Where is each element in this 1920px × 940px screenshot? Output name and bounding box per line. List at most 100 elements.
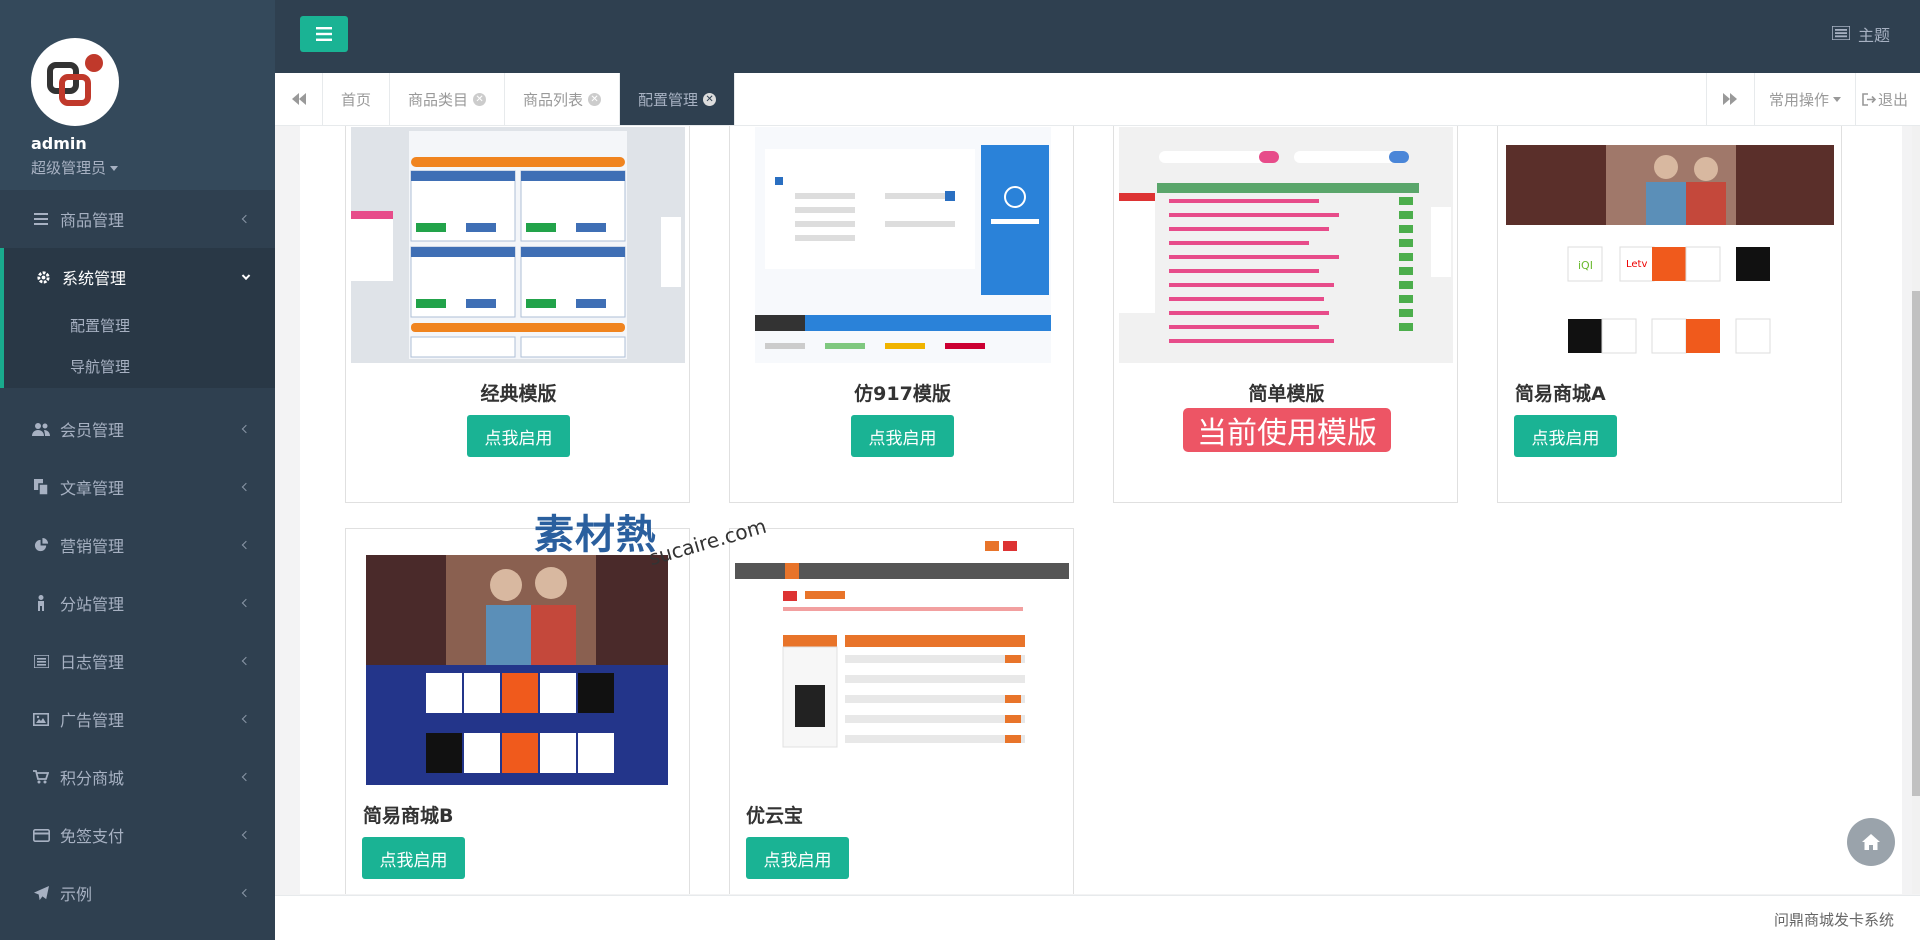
- tab-home[interactable]: 首页: [323, 73, 391, 125]
- caret-down-icon: [110, 166, 119, 171]
- sidebar-item-ads[interactable]: 广告管理: [0, 690, 275, 748]
- template-card-simple: 简单模版 当前使用模版: [1113, 126, 1458, 503]
- chevron-left-icon: [241, 772, 251, 782]
- sidebar: admin 超级管理员 商品管理 系统管理 配置管理 导航管理 会员管理 文章管…: [0, 0, 275, 940]
- credit-card-icon: [32, 826, 50, 844]
- theme-button[interactable]: 主题: [1831, 22, 1890, 46]
- chevron-left-icon: [241, 424, 251, 434]
- chevron-left-icon: [241, 482, 251, 492]
- chevron-left-icon: [241, 830, 251, 840]
- sidebar-subitem-nav[interactable]: 导航管理: [4, 347, 275, 388]
- theme-icon: [1831, 24, 1851, 44]
- sidebar-item-examples[interactable]: 示例: [0, 864, 275, 922]
- template-card-mall-a: iQI Letv 简易商城A 点我启用: [1497, 126, 1842, 503]
- sidebar-item-label: 商品管理: [60, 211, 125, 230]
- template-name: 优云宝: [746, 805, 804, 827]
- watermark: 素材熱 sucaire.com: [534, 502, 769, 570]
- profile-panel: admin 超级管理员: [0, 0, 275, 190]
- sidebar-item-label: 会员管理: [60, 421, 125, 440]
- sidebar-item-marketing[interactable]: 营销管理: [0, 516, 275, 574]
- footer-text: 问鼎商城发卡系统: [1773, 911, 1894, 929]
- template-name: 经典模版: [480, 383, 557, 405]
- logout-button[interactable]: 退出: [1854, 73, 1920, 125]
- caret-down-icon: [1832, 96, 1841, 102]
- top-navbar: 主题: [275, 0, 1920, 73]
- backward-icon: [291, 93, 306, 105]
- template-preview-image[interactable]: [1119, 127, 1453, 363]
- sidebar-item-label: 营销管理: [60, 537, 125, 556]
- sidebar-item-articles[interactable]: 文章管理: [0, 458, 275, 516]
- common-ops-label: 常用操作: [1768, 90, 1829, 109]
- common-ops-dropdown[interactable]: 常用操作: [1753, 73, 1855, 125]
- template-card-classic: 经典模版 点我启用: [345, 126, 690, 503]
- tab-goods-list[interactable]: 商品列表 ✕: [505, 73, 621, 125]
- role-dropdown[interactable]: 超级管理员: [31, 157, 275, 178]
- enable-template-button[interactable]: 点我启用: [1514, 415, 1617, 457]
- sidebar-item-label: 文章管理: [60, 479, 125, 498]
- template-preview-image[interactable]: [755, 127, 1051, 363]
- child-icon: [32, 594, 50, 612]
- sidebar-item-logs[interactable]: 日志管理: [0, 632, 275, 690]
- tab-label: 配置管理: [638, 90, 699, 109]
- chevron-left-icon: [241, 714, 251, 724]
- sidebar-item-system[interactable]: 系统管理: [4, 248, 275, 306]
- close-icon[interactable]: ✕: [703, 92, 717, 106]
- sidebar-item-substations[interactable]: 分站管理: [0, 574, 275, 632]
- cart-icon: [32, 768, 50, 786]
- content-scrollbar[interactable]: [1912, 126, 1920, 894]
- pie-chart-icon: [32, 536, 50, 554]
- sidebar-item-label: 日志管理: [60, 653, 125, 672]
- home-icon: [1862, 834, 1880, 850]
- template-card-mall-b: 简易商城B 点我启用: [345, 528, 690, 894]
- tabs-scroll-right-button[interactable]: [1705, 73, 1754, 125]
- chevron-left-icon: [241, 888, 251, 898]
- tab-bar-actions: 常用操作 退出: [1705, 73, 1920, 125]
- tab-label: 首页: [341, 90, 372, 109]
- enable-template-button[interactable]: 点我启用: [851, 415, 954, 457]
- sidebar-item-points-mall[interactable]: 积分商城: [0, 748, 275, 806]
- template-preview-image[interactable]: [366, 535, 668, 785]
- tab-label: 商品列表: [523, 90, 584, 109]
- tabs-scroll-left-button[interactable]: [275, 73, 323, 125]
- sidebar-item-goods[interactable]: 商品管理: [0, 190, 275, 248]
- current-template-badge: 当前使用模版: [1183, 408, 1391, 452]
- tab-goods-category[interactable]: 商品类目 ✕: [390, 73, 506, 125]
- avatar[interactable]: [31, 38, 119, 126]
- chevron-left-icon: [241, 540, 251, 550]
- sidebar-item-label: 积分商城: [60, 769, 125, 788]
- sidebar-item-payment[interactable]: 免签支付: [0, 806, 275, 864]
- admin-name: admin: [31, 134, 87, 153]
- users-icon: [32, 420, 50, 438]
- chevron-left-icon: [241, 214, 251, 224]
- template-preview-image[interactable]: [351, 127, 685, 363]
- sidebar-item-label: 免签支付: [60, 827, 125, 846]
- logo-icon: [47, 54, 103, 106]
- sidebar-item-label: 分站管理: [60, 595, 125, 614]
- theme-label: 主题: [1857, 26, 1890, 45]
- gear-icon: [34, 268, 52, 286]
- tab-config[interactable]: 配置管理 ✕: [620, 73, 736, 125]
- scrollbar-thumb[interactable]: [1912, 291, 1920, 796]
- template-name: 简易商城A: [1515, 383, 1606, 405]
- image-icon: [32, 710, 50, 728]
- chevron-left-icon: [241, 598, 251, 608]
- close-icon[interactable]: ✕: [473, 92, 487, 106]
- template-preview-image[interactable]: iQI Letv: [1506, 127, 1834, 363]
- home-button[interactable]: [1847, 818, 1895, 866]
- template-card-youyunbao: 优云宝 点我启用: [729, 528, 1074, 894]
- logout-label: 退出: [1877, 90, 1908, 109]
- svg-text:iQI: iQI: [1578, 259, 1593, 272]
- enable-template-button[interactable]: 点我启用: [362, 837, 465, 879]
- template-preview-image[interactable]: [735, 535, 1069, 785]
- enable-template-button[interactable]: 点我启用: [467, 415, 570, 457]
- sidebar-item-members[interactable]: 会员管理: [0, 400, 275, 458]
- paper-plane-icon: [32, 884, 50, 902]
- sidebar-subitem-config[interactable]: 配置管理: [4, 306, 275, 347]
- close-icon[interactable]: ✕: [588, 92, 602, 106]
- enable-template-button[interactable]: 点我启用: [746, 837, 849, 879]
- sidebar-group-system: 系统管理 配置管理 导航管理: [0, 248, 275, 388]
- footer: 问鼎商城发卡系统: [275, 895, 1920, 940]
- files-icon: [32, 478, 50, 496]
- role-label: 超级管理员: [31, 159, 107, 177]
- sidebar-toggle-button[interactable]: [300, 16, 348, 52]
